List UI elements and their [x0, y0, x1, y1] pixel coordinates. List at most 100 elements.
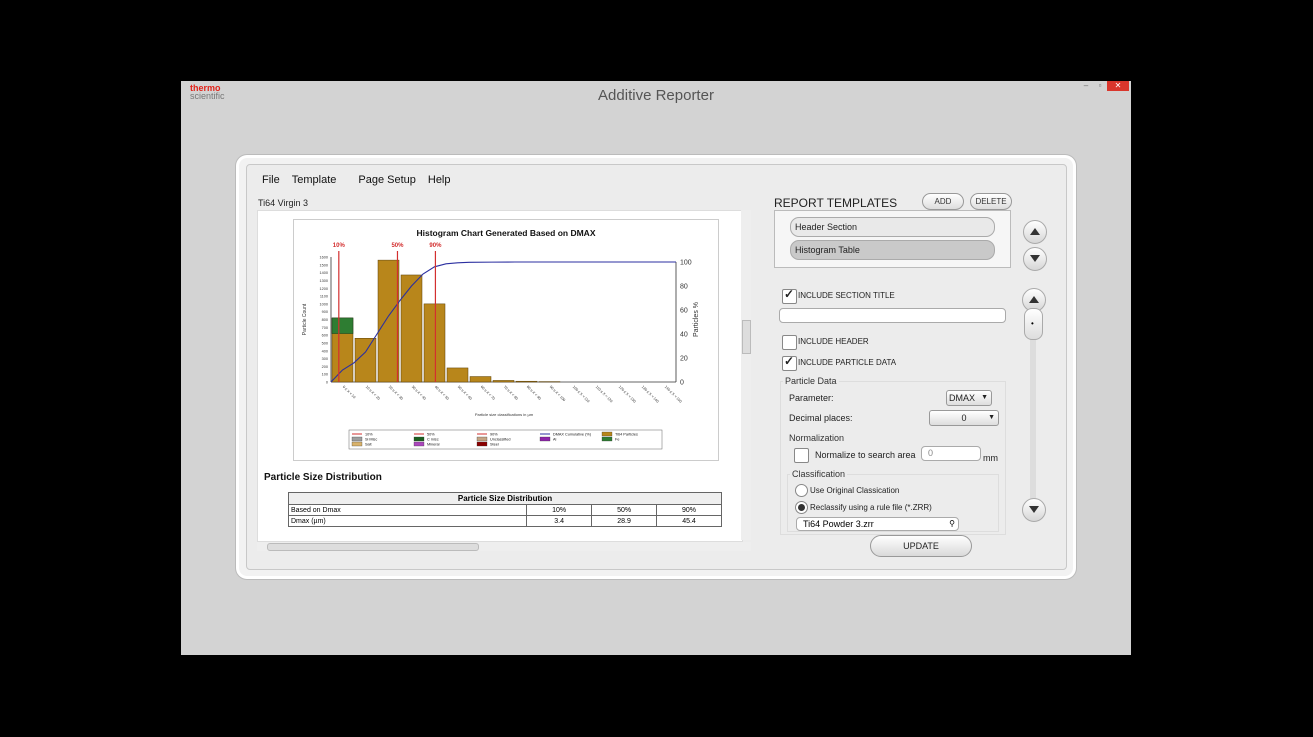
bar-ti64-particles	[469, 376, 492, 383]
y-right-tick-label: 0	[680, 380, 684, 387]
x-axis-label: Particle size classifications in µm	[475, 412, 534, 417]
use-original-label: Use Original Classication	[810, 486, 900, 495]
scroll-thumb[interactable]	[742, 320, 751, 354]
menu-template[interactable]: Template	[292, 174, 337, 186]
legend-label: Mineral	[427, 443, 440, 447]
legend-swatch	[601, 436, 613, 442]
legend-label: Unclassified	[490, 438, 510, 442]
include-header-checkbox[interactable]	[782, 335, 797, 350]
add-button[interactable]: ADD	[922, 193, 964, 210]
preview-horizontal-scrollbar[interactable]	[257, 542, 751, 551]
normalization-group-title: Normalization	[787, 433, 847, 443]
menu-bar: File Template Page Setup Help	[262, 174, 463, 186]
y-tick-label: 1500	[320, 263, 328, 267]
decimal-places-label: Decimal places:	[789, 413, 853, 423]
normalize-checkbox[interactable]	[794, 448, 809, 463]
y-tick-label: 900	[322, 310, 328, 314]
y-tick-label: 1400	[320, 271, 328, 275]
window-controls: – ▫ ✕	[1079, 81, 1129, 91]
legend-swatch	[476, 441, 488, 447]
legend-swatch	[351, 436, 363, 442]
bar-ti64-particles	[400, 274, 423, 383]
y-tick-label: 1000	[320, 302, 328, 306]
document-tab-label: Ti64 Virgin 3	[258, 198, 309, 208]
y-tick-label: 1300	[320, 279, 328, 283]
panel-scroll-slider[interactable]: •	[1022, 288, 1046, 522]
bar-ti64-particles	[423, 303, 446, 383]
y-tick-label: 1600	[320, 256, 328, 260]
reclassify-radio[interactable]	[795, 501, 808, 514]
section-title: Particle Size Distribution	[264, 472, 382, 483]
legend-label: C misc	[427, 438, 439, 442]
update-button[interactable]: UPDATE	[870, 535, 972, 557]
legend-label: DMAX Cumulative (%)	[553, 433, 592, 437]
slider-knob[interactable]: •	[1024, 308, 1043, 340]
psd-table-caption: Particle Size Distribution	[288, 492, 722, 505]
percentile-label: 90%	[429, 243, 442, 249]
delete-button[interactable]: DELETE	[970, 193, 1012, 210]
menu-help[interactable]: Help	[428, 174, 451, 186]
y-right-tick-label: 60	[680, 308, 688, 315]
classification-group-title: Classification	[790, 469, 848, 479]
x-tick-label: 80 ≤ X < 90	[526, 385, 542, 401]
move-down-button[interactable]	[1023, 247, 1047, 271]
y-right-tick-label: 40	[680, 332, 688, 339]
y-right-axis-label: Particles %	[693, 302, 700, 337]
table-row: Based on Dmax 10% 50% 90%	[287, 504, 722, 516]
reclassify-label: Reclassify using a rule file (*.ZRR)	[810, 503, 932, 512]
y-tick-label: 300	[322, 357, 328, 361]
rule-file-input[interactable]: Ti64 Powder 3.zrr ⚲	[796, 517, 959, 531]
include-section-title-checkbox[interactable]	[782, 287, 797, 304]
y-tick-label: 700	[322, 326, 328, 330]
move-up-button[interactable]	[1023, 220, 1047, 244]
normalize-area-input[interactable]: 0	[921, 446, 981, 461]
minimize-button[interactable]: –	[1079, 81, 1093, 91]
y-tick-label: 1200	[320, 287, 328, 291]
y-tick-label: 0	[326, 381, 328, 385]
x-tick-label: 120 ≤ X < 130	[618, 385, 637, 404]
legend-label: Si Misc	[365, 438, 377, 442]
window-title: Additive Reporter	[598, 87, 714, 104]
scroll-thumb[interactable]	[267, 543, 479, 551]
decimal-places-select[interactable]: 0 ▼	[929, 410, 999, 426]
legend-label: Ti64 Particles	[615, 433, 638, 437]
normalize-label: Normalize to search area	[815, 450, 916, 460]
x-tick-label: 140 ≤ X < 150	[664, 385, 683, 404]
x-tick-label: 70 ≤ X < 80	[503, 385, 519, 401]
legend-swatch	[539, 436, 551, 442]
template-list: Header Section Histogram Table	[774, 210, 1011, 268]
chart-title: Histogram Chart Generated Based on DMAX	[416, 228, 595, 238]
scroll-down-button[interactable]	[1022, 498, 1046, 522]
search-icon[interactable]: ⚲	[949, 518, 955, 530]
x-tick-label: 10 ≤ X < 20	[365, 385, 381, 401]
legend-swatch	[413, 441, 425, 447]
report-frame: File Template Page Setup Help Ti64 Virgi…	[239, 158, 1073, 576]
include-particle-data-checkbox[interactable]	[782, 354, 797, 371]
section-title-input[interactable]	[779, 308, 1006, 323]
app-window: thermo scientific Additive Reporter – ▫ …	[181, 81, 1131, 655]
template-item-histogram-table[interactable]: Histogram Table	[790, 240, 995, 260]
parameter-select[interactable]: DMAX ▼	[946, 390, 992, 406]
legend-label: Salt	[365, 443, 372, 447]
x-tick-label: 50 ≤ X < 60	[457, 385, 473, 401]
x-tick-label: 30 ≤ X < 40	[411, 385, 427, 401]
table-row: Dmax (µm) 3.4 28.9 45.4	[287, 515, 722, 527]
bar-ti64-particles	[515, 380, 538, 383]
arrow-down-icon	[1030, 255, 1040, 262]
use-original-radio[interactable]	[795, 484, 808, 497]
histogram-chart: Histogram Chart Generated Based on DMAX 0…	[293, 219, 719, 461]
include-header-label: INCLUDE HEADER	[798, 337, 869, 346]
menu-page-setup[interactable]: Page Setup	[358, 174, 416, 186]
maximize-button[interactable]: ▫	[1093, 81, 1107, 91]
y-tick-label: 1100	[320, 295, 328, 299]
x-tick-label: 20 ≤ X < 30	[388, 385, 404, 401]
template-item-header-section[interactable]: Header Section	[790, 217, 995, 237]
report-preview: Histogram Chart Generated Based on DMAX 0…	[257, 210, 743, 542]
histogram-svg: Histogram Chart Generated Based on DMAX 0…	[302, 228, 700, 450]
include-section-title-label: INCLUDE SECTION TITLE	[798, 291, 895, 300]
y-tick-label: 600	[322, 334, 328, 338]
close-button[interactable]: ✕	[1107, 81, 1129, 91]
preview-vertical-scrollbar[interactable]	[741, 210, 751, 540]
menu-file[interactable]: File	[262, 174, 280, 186]
legend-swatch	[413, 436, 425, 442]
